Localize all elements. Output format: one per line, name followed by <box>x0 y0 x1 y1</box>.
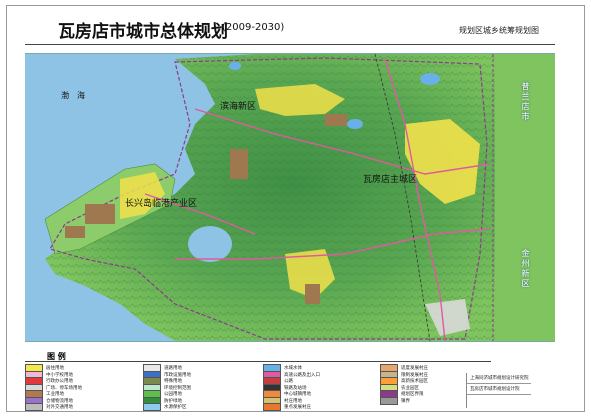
changxing-zone-label: 长兴岛临港产业区 <box>125 199 198 209</box>
credit-org-1: 上海同济城市规划设计研究院 <box>467 373 531 384</box>
legend-swatch <box>380 396 398 405</box>
legend-label: 水源保护区 <box>164 405 187 410</box>
legend-divider <box>25 361 491 362</box>
credits-box: 上海同济城市规划设计研究院 瓦房店市城市规划设计院 <box>466 373 531 408</box>
legend-swatch <box>263 403 281 411</box>
map-canvas <box>25 54 555 341</box>
legend-swatch <box>143 403 161 411</box>
legend-label: 重点发展村庄 <box>284 405 311 410</box>
planning-map[interactable]: 渤 海 滨海新区 瓦房店主城区 长兴岛临港产业区 普兰店市 金州新区 <box>25 53 555 342</box>
legend-item: 镇界 <box>380 396 410 405</box>
map-title: 瓦房店市城市总体规划 <box>58 22 228 42</box>
credit-org-2: 瓦房店市城市规划设计院 <box>467 384 531 395</box>
pulandian-label: 普兰店市 <box>521 82 530 122</box>
legend-item: 重点发展村庄 <box>263 403 311 411</box>
legend-label: 镇界 <box>401 398 410 404</box>
bay <box>188 226 232 262</box>
binhai-district-label: 滨海新区 <box>220 102 257 112</box>
jinzhou-label: 金州新区 <box>521 249 530 289</box>
map-subtitle: 规划区城乡统筹规划图 <box>459 26 539 35</box>
sea-label: 渤 海 <box>61 91 85 100</box>
legend-label: 对外交通用地 <box>46 405 73 410</box>
plan-years: (2009-2030) <box>222 22 285 33</box>
legend-swatch <box>25 403 43 411</box>
legend-item: 水源保护区 <box>143 403 187 411</box>
main-city-label: 瓦房店主城区 <box>363 175 418 185</box>
legend-item: 对外交通用地 <box>25 403 73 411</box>
title-divider <box>25 44 555 45</box>
